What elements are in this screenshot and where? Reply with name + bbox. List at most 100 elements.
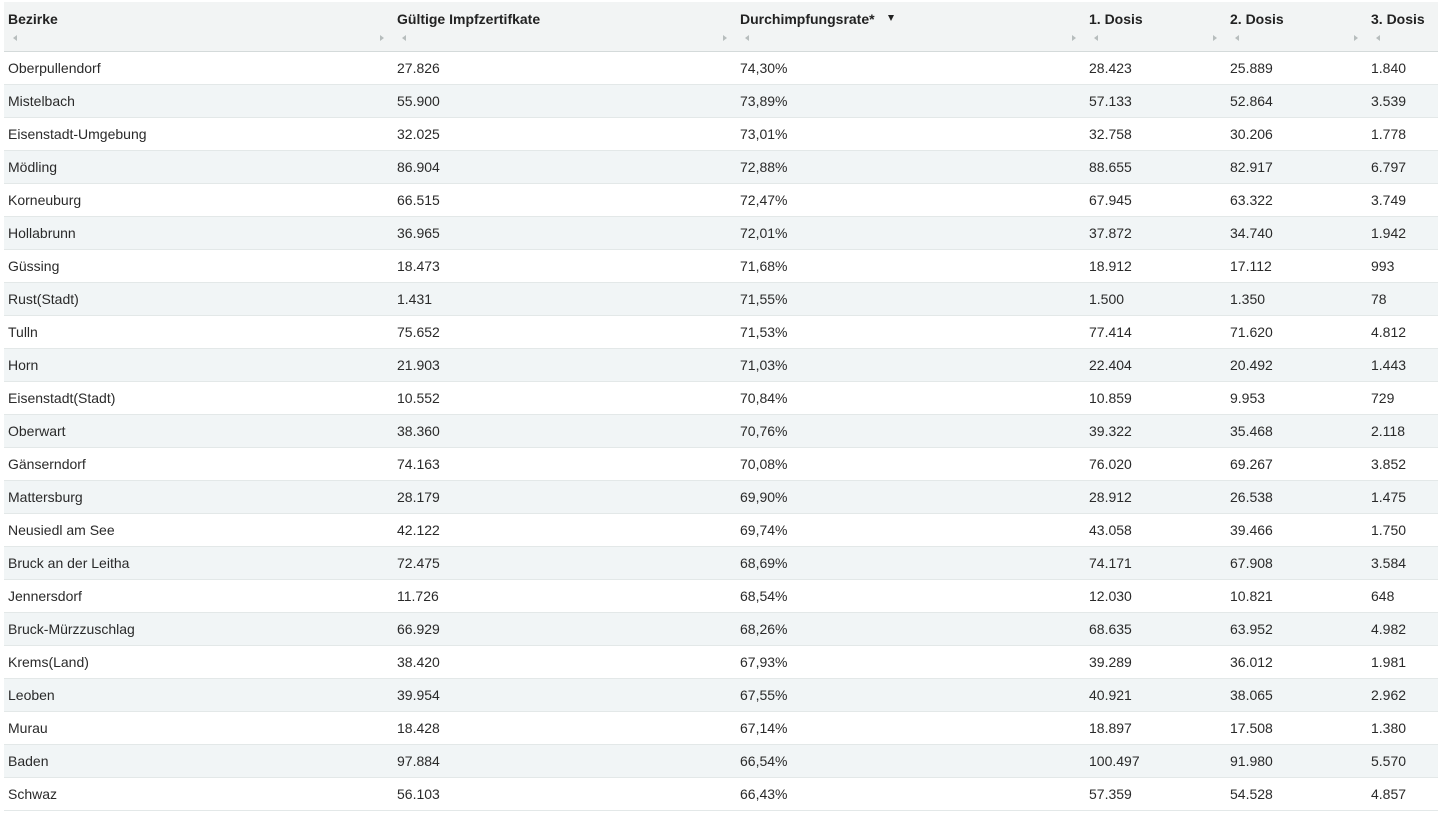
cell-dosis-3: 2.962 <box>1371 687 1407 703</box>
cell-dosis-1: 74.171 <box>1089 555 1132 571</box>
cell-gueltige-impfzertifikate: 18.428 <box>397 720 440 736</box>
cell-durchimpfungsrate: 71,55% <box>740 291 788 307</box>
column-header-label: Durchimpfungsrate* <box>740 11 875 27</box>
cell-dosis-2: 17.112 <box>1230 258 1272 274</box>
scroll-right-arrow-icon[interactable] <box>1213 35 1217 41</box>
cell-dosis-2: 34.740 <box>1230 225 1273 241</box>
column-header-bezirke[interactable]: Bezirke <box>4 2 393 51</box>
column-header-dosis-3[interactable]: 3. Dosis <box>1367 2 1438 51</box>
cell-gueltige-impfzertifikate: 38.420 <box>397 654 440 670</box>
cell-dosis-2: 20.492 <box>1230 357 1273 373</box>
scroll-left-arrow-icon[interactable] <box>745 35 749 41</box>
column-header-dosis-1[interactable]: 1. Dosis <box>1085 2 1226 51</box>
cell-dosis-3: 4.857 <box>1371 786 1407 802</box>
cell-bezirke: Eisenstadt(Stadt) <box>8 390 116 406</box>
scroll-right-arrow-icon[interactable] <box>723 35 727 41</box>
cell-dosis-1: 100.497 <box>1089 753 1140 769</box>
cell-bezirke: Jennersdorf <box>8 588 82 604</box>
cell-durchimpfungsrate: 67,14% <box>740 720 788 736</box>
cell-dosis-2: 38.065 <box>1230 687 1273 703</box>
cell-dosis-2: 63.322 <box>1230 192 1273 208</box>
cell-gueltige-impfzertifikate: 56.103 <box>397 786 440 802</box>
table-row: Eisenstadt(Stadt) 10.552 70,84% 10.859 9.953… <box>4 382 1438 415</box>
scroll-left-arrow-icon[interactable] <box>402 35 406 41</box>
cell-dosis-2: 67.908 <box>1230 555 1273 571</box>
cell-gueltige-impfzertifikate: 1.431 <box>397 291 433 307</box>
column-header-dosis-2[interactable]: 2. Dosis <box>1226 2 1367 51</box>
cell-gueltige-impfzertifikate: 38.360 <box>397 423 440 439</box>
cell-durchimpfungsrate: 68,54% <box>740 588 788 604</box>
cell-dosis-1: 18.912 <box>1089 258 1132 274</box>
cell-durchimpfungsrate: 66,54% <box>740 753 788 769</box>
cell-dosis-1: 18.897 <box>1089 720 1132 736</box>
cell-gueltige-impfzertifikate: 27.826 <box>397 60 440 76</box>
scroll-left-arrow-icon[interactable] <box>1094 35 1098 41</box>
scroll-left-arrow-icon[interactable] <box>1376 35 1380 41</box>
cell-durchimpfungsrate: 66,43% <box>740 786 788 802</box>
cell-gueltige-impfzertifikate: 55.900 <box>397 93 440 109</box>
cell-durchimpfungsrate: 70,76% <box>740 423 788 439</box>
cell-durchimpfungsrate: 69,90% <box>740 489 788 505</box>
cell-bezirke: Tulln <box>8 324 38 340</box>
cell-gueltige-impfzertifikate: 86.904 <box>397 159 440 175</box>
cell-dosis-3: 648 <box>1371 588 1395 604</box>
table-row: Schwaz 56.103 66,43% 57.359 54.528 4.857 <box>4 778 1438 811</box>
column-scrollbar[interactable] <box>1226 32 1367 45</box>
cell-dosis-2: 36.012 <box>1230 654 1273 670</box>
scroll-left-arrow-icon[interactable] <box>13 35 17 41</box>
cell-dosis-1: 77.414 <box>1089 324 1132 340</box>
cell-dosis-1: 12.030 <box>1089 588 1132 604</box>
cell-durchimpfungsrate: 72,01% <box>740 225 788 241</box>
cell-dosis-3: 3.539 <box>1371 93 1407 109</box>
cell-bezirke: Rust(Stadt) <box>8 291 79 307</box>
table-row: Bruck an der Leitha 72.475 68,69% 74.171 67.… <box>4 547 1438 580</box>
scroll-right-arrow-icon[interactable] <box>1072 35 1076 41</box>
cell-bezirke: Gänserndorf <box>8 456 86 472</box>
table-row: Güssing 18.473 71,68% 18.912 17.112 993 <box>4 250 1438 283</box>
column-header-label: 3. Dosis <box>1371 11 1425 27</box>
cell-dosis-3: 1.778 <box>1371 126 1407 142</box>
cell-gueltige-impfzertifikate: 36.965 <box>397 225 440 241</box>
cell-gueltige-impfzertifikate: 28.179 <box>397 489 440 505</box>
cell-dosis-1: 28.423 <box>1089 60 1132 76</box>
cell-dosis-1: 68.635 <box>1089 621 1132 637</box>
cell-dosis-3: 1.840 <box>1371 60 1407 76</box>
cell-gueltige-impfzertifikate: 75.652 <box>397 324 440 340</box>
cell-dosis-1: 28.912 <box>1089 489 1132 505</box>
column-scrollbar[interactable] <box>4 32 393 45</box>
column-scrollbar[interactable] <box>1085 32 1226 45</box>
table-row: Krems(Land) 38.420 67,93% 39.289 36.012 1.981 <box>4 646 1438 679</box>
cell-dosis-1: 76.020 <box>1089 456 1132 472</box>
cell-durchimpfungsrate: 71,03% <box>740 357 788 373</box>
table-row: Tulln 75.652 71,53% 77.414 71.620 4.812 <box>4 316 1438 349</box>
cell-dosis-1: 67.945 <box>1089 192 1132 208</box>
column-scrollbar[interactable] <box>1367 32 1438 45</box>
cell-dosis-1: 1.500 <box>1089 291 1125 307</box>
cell-dosis-2: 35.468 <box>1230 423 1273 439</box>
scroll-right-arrow-icon[interactable] <box>1354 35 1358 41</box>
cell-dosis-1: 57.133 <box>1089 93 1132 109</box>
cell-bezirke: Güssing <box>8 258 60 274</box>
scroll-right-arrow-icon[interactable] <box>380 35 384 41</box>
cell-durchimpfungsrate: 71,53% <box>740 324 788 340</box>
cell-dosis-3: 4.812 <box>1371 324 1407 340</box>
cell-dosis-2: 71.620 <box>1230 324 1273 340</box>
column-scrollbar[interactable] <box>736 32 1085 45</box>
cell-dosis-1: 22.404 <box>1089 357 1132 373</box>
cell-gueltige-impfzertifikate: 66.515 <box>397 192 440 208</box>
sort-descending-icon[interactable] <box>888 15 894 21</box>
cell-dosis-2: 10.821 <box>1230 588 1273 604</box>
table-row: Bruck-Mürzzuschlag 66.929 68,26% 68.635 63.9… <box>4 613 1438 646</box>
cell-bezirke: Hollabrunn <box>8 225 76 241</box>
table-row: Leoben 39.954 67,55% 40.921 38.065 2.962 <box>4 679 1438 712</box>
cell-dosis-2: 26.538 <box>1230 489 1273 505</box>
cell-durchimpfungsrate: 72,47% <box>740 192 788 208</box>
column-header-durchimpfungsrate[interactable]: Durchimpfungsrate* <box>736 2 1085 51</box>
cell-dosis-2: 1.350 <box>1230 291 1266 307</box>
cell-dosis-3: 1.380 <box>1371 720 1407 736</box>
cell-durchimpfungsrate: 74,30% <box>740 60 788 76</box>
scroll-left-arrow-icon[interactable] <box>1235 35 1239 41</box>
cell-durchimpfungsrate: 67,55% <box>740 687 788 703</box>
column-header-gueltige-impfzertifikate[interactable]: Gültige Impfzertifkate <box>393 2 736 51</box>
column-scrollbar[interactable] <box>393 32 736 45</box>
